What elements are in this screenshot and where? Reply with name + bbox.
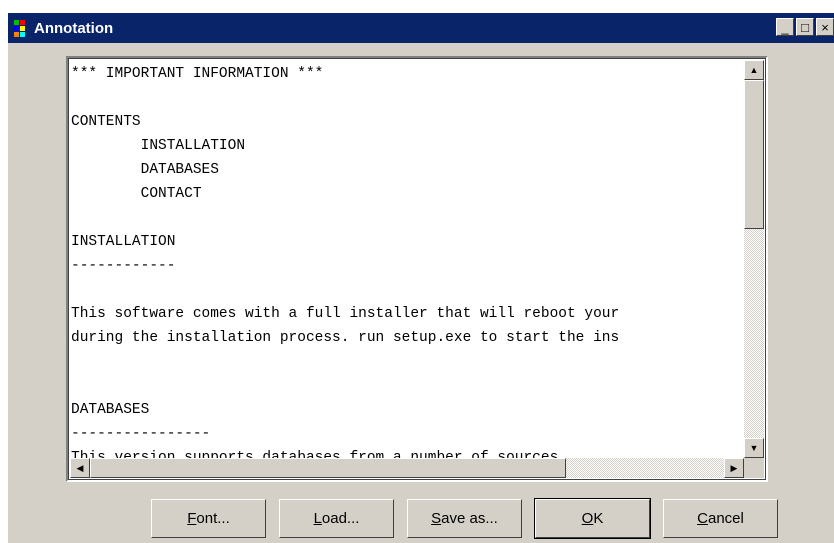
load-button[interactable]: Load... [279, 499, 394, 538]
vertical-scroll-thumb[interactable] [744, 80, 764, 229]
text-line: ---------------- [71, 426, 211, 442]
close-button[interactable]: × [816, 18, 834, 36]
arrow-right-icon: ▶ [730, 462, 738, 473]
text-line [71, 350, 742, 374]
text-line [71, 86, 742, 110]
text-line: INSTALLATION [71, 234, 176, 250]
font-label: ont... [196, 510, 230, 527]
window-title: Annotation [34, 19, 114, 37]
save-as-label: ave as... [441, 510, 498, 527]
cancel-button[interactable]: Cancel [663, 499, 778, 538]
text-line: *** IMPORTANT INFORMATION *** [71, 66, 324, 82]
text-line: This software comes with a full installe… [71, 306, 620, 322]
minimize-button[interactable]: _ [776, 18, 794, 36]
annotation-text[interactable]: *** IMPORTANT INFORMATION *** CONTENTS I… [71, 62, 742, 458]
horizontal-scrollbar[interactable]: ◀ ▶ [70, 458, 744, 478]
text-line: DATABASES [71, 402, 150, 418]
arrow-left-icon: ◀ [76, 462, 84, 473]
text-line: DATABASES [71, 162, 219, 178]
load-mnemonic: L [313, 510, 322, 527]
close-icon: × [821, 19, 829, 35]
text-line: INSTALLATION [71, 138, 246, 154]
load-label: oad... [321, 510, 360, 527]
text-line: during the installation process. run set… [71, 330, 620, 346]
scroll-right-button[interactable]: ▶ [724, 458, 744, 478]
text-line [71, 278, 742, 302]
text-line: CONTENTS [71, 114, 141, 130]
text-line [71, 206, 742, 230]
horizontal-scroll-thumb[interactable] [90, 458, 566, 478]
scroll-left-button[interactable]: ◀ [70, 458, 90, 478]
font-button[interactable]: Font... [151, 499, 266, 538]
ok-mnemonic: O [581, 510, 594, 527]
app-grid-icon [14, 20, 30, 37]
font-mnemonic: F [187, 510, 197, 527]
ok-button[interactable]: OK [534, 498, 651, 539]
maximize-icon: □ [801, 19, 809, 35]
cancel-label: ancel [707, 510, 744, 527]
annotation-text-area[interactable]: *** IMPORTANT INFORMATION *** CONTENTS I… [66, 56, 768, 482]
minimize-icon: _ [781, 19, 789, 35]
text-line: CONTACT [71, 186, 202, 202]
title-bar[interactable]: Annotation _ □ × [8, 13, 834, 43]
text-line [71, 374, 742, 398]
cancel-mnemonic: C [697, 510, 708, 527]
scroll-down-button[interactable]: ▼ [744, 438, 764, 458]
arrow-down-icon: ▼ [749, 443, 759, 453]
save-as-button[interactable]: Save as... [407, 499, 522, 538]
text-line: ------------ [71, 258, 176, 274]
arrow-up-icon: ▲ [749, 65, 759, 75]
ok-label: K [593, 510, 604, 527]
annotation-dialog: Annotation _ □ × *** IMPORTANT INFORMATI… [8, 13, 834, 543]
text-line: This version supports databases from a n… [71, 450, 567, 458]
maximize-button[interactable]: □ [796, 18, 814, 36]
scrollbar-corner [744, 458, 764, 478]
scroll-up-button[interactable]: ▲ [744, 60, 764, 80]
vertical-scrollbar[interactable]: ▲ ▼ [744, 60, 764, 458]
save-as-mnemonic: S [431, 510, 442, 527]
